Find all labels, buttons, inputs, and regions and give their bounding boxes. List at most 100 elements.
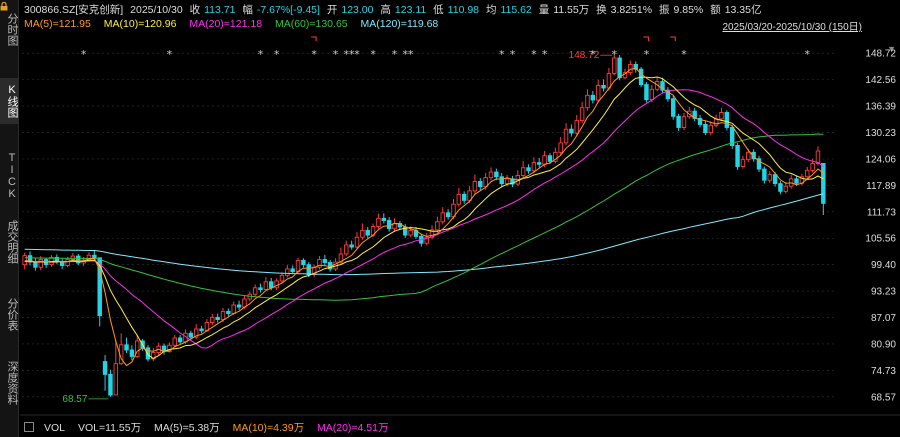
candle-body bbox=[108, 373, 113, 396]
candle-body bbox=[547, 155, 553, 162]
candle-body bbox=[579, 107, 585, 122]
candle-body bbox=[494, 171, 499, 178]
candle-body bbox=[601, 84, 606, 89]
candle-body bbox=[172, 337, 177, 346]
candle-body bbox=[285, 268, 290, 276]
ma120-line bbox=[24, 193, 824, 276]
candle-body bbox=[33, 261, 38, 268]
event-star-marker: * bbox=[612, 48, 618, 61]
y-tick-label: 105.56 bbox=[865, 234, 896, 245]
candle-body bbox=[558, 142, 563, 153]
candle-body bbox=[210, 316, 215, 323]
candle-body bbox=[92, 254, 97, 259]
event-star-marker: * bbox=[81, 48, 87, 61]
candle-body bbox=[408, 229, 413, 236]
candle-body bbox=[574, 120, 579, 134]
candle-body bbox=[537, 162, 542, 165]
ma5-line bbox=[24, 67, 824, 367]
candle-body bbox=[102, 361, 108, 375]
candle-body bbox=[740, 159, 746, 167]
event-star-marker: * bbox=[370, 48, 376, 61]
candle-body bbox=[360, 229, 365, 238]
vol-indicator-label: VOL bbox=[44, 422, 66, 434]
candle-body bbox=[628, 63, 633, 74]
event-star-marker: * bbox=[354, 48, 360, 61]
event-star-marker: * bbox=[510, 48, 516, 61]
candle-body bbox=[456, 193, 462, 205]
y-tick-label: 117.89 bbox=[866, 181, 896, 192]
vol-value: VOL=11.55万 bbox=[77, 422, 142, 434]
y-tick-label: 80.90 bbox=[871, 339, 896, 350]
volume-legend: VOL VOL=11.55万 MA(5)=5.38万 MA(10)=4.39万 … bbox=[24, 420, 399, 435]
candle-body bbox=[381, 217, 387, 221]
candle-body bbox=[236, 304, 242, 308]
candle-body bbox=[746, 151, 751, 161]
event-star-marker: * bbox=[644, 48, 650, 61]
candle-body bbox=[644, 84, 649, 101]
candle-body bbox=[703, 124, 708, 134]
kline-chart[interactable]: 148.72 142.56 136.39 130.23 124.06 117.89 111.… bbox=[0, 0, 900, 437]
candle-body bbox=[306, 264, 311, 275]
candle-body bbox=[65, 259, 70, 266]
event-star-marker: * bbox=[499, 48, 505, 61]
y-tick-label: 68.57 bbox=[871, 392, 896, 403]
candle-body bbox=[252, 287, 258, 295]
candle-body bbox=[681, 116, 687, 128]
candle-body bbox=[199, 328, 204, 332]
candle-body bbox=[472, 181, 478, 192]
candle-body bbox=[226, 310, 231, 314]
candle-body bbox=[671, 98, 676, 117]
event-star-marker: * bbox=[392, 48, 398, 61]
y-tick-label: 130.23 bbox=[865, 128, 896, 139]
candle-body bbox=[269, 281, 274, 289]
y-tick-label: 111.73 bbox=[867, 207, 897, 218]
candle-body bbox=[70, 255, 76, 260]
candle-body bbox=[735, 145, 740, 167]
event-bracket-marker bbox=[670, 36, 676, 41]
vol-ma20: MA(20)=4.51万 bbox=[317, 422, 389, 434]
candle-body bbox=[617, 57, 622, 79]
y-tick-label: 93.23 bbox=[871, 287, 896, 298]
y-tick-label: 124.06 bbox=[865, 154, 896, 165]
volume-toggle-icon[interactable] bbox=[24, 422, 34, 432]
event-star-marker: * bbox=[408, 48, 414, 61]
min-price-label: 68.57 bbox=[62, 394, 87, 405]
candle-body bbox=[188, 332, 194, 338]
event-bracket-marker bbox=[311, 36, 317, 41]
candle-body bbox=[595, 84, 601, 101]
event-star-marker: * bbox=[542, 48, 548, 61]
candle-body bbox=[177, 337, 183, 343]
candle-body bbox=[488, 171, 494, 179]
candle-body bbox=[386, 220, 392, 230]
event-star-marker: * bbox=[531, 48, 537, 61]
candle-body bbox=[461, 193, 467, 201]
candle-body bbox=[499, 176, 504, 185]
ma10-line bbox=[24, 76, 824, 360]
candle-body bbox=[810, 163, 815, 171]
candle-body bbox=[767, 174, 772, 181]
candle-body bbox=[762, 168, 767, 181]
candle-body bbox=[354, 236, 360, 248]
y-tick-label: 148.72 bbox=[865, 49, 896, 60]
candle-body bbox=[231, 304, 236, 314]
candle-body bbox=[649, 88, 655, 101]
y-tick-label: 136.39 bbox=[865, 102, 896, 113]
candle-body bbox=[124, 344, 129, 351]
y-tick-label: 99.40 bbox=[871, 260, 896, 271]
event-star-marker: * bbox=[167, 48, 173, 61]
candle-body bbox=[301, 259, 306, 266]
candle-body bbox=[783, 185, 789, 192]
candle-body bbox=[590, 94, 596, 101]
event-star-marker: * bbox=[681, 48, 687, 61]
candle-body bbox=[274, 280, 279, 289]
candle-body bbox=[569, 128, 574, 134]
candle-body bbox=[344, 244, 349, 255]
candle-body bbox=[365, 229, 370, 236]
candle-body bbox=[215, 316, 220, 320]
candle-body bbox=[295, 259, 301, 272]
candle-body bbox=[258, 287, 263, 290]
candle-body bbox=[794, 178, 799, 184]
candle-body bbox=[220, 310, 226, 320]
candle-body bbox=[708, 124, 713, 134]
candle-body bbox=[520, 167, 526, 176]
